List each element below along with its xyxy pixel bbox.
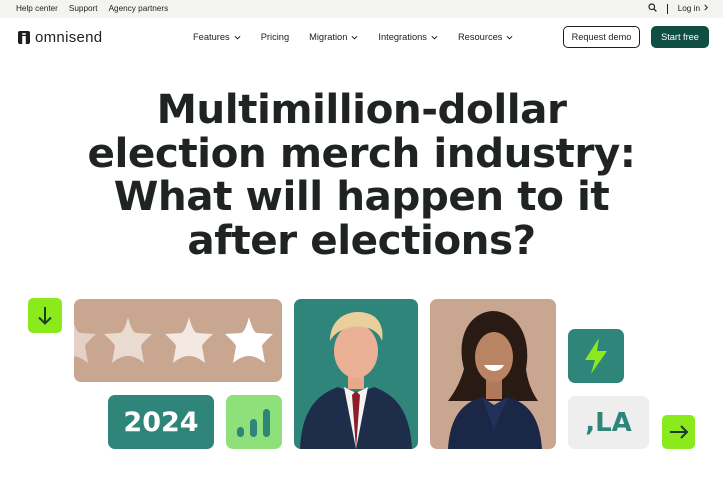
request-demo-button[interactable]: Request demo bbox=[563, 26, 640, 48]
brand-name: omnisend bbox=[35, 29, 103, 46]
chevron-down-icon bbox=[431, 35, 438, 40]
star-icon bbox=[74, 317, 96, 363]
search-icon[interactable] bbox=[648, 3, 657, 14]
login-label: Log in bbox=[677, 4, 700, 13]
nav-item-pricing[interactable]: Pricing bbox=[261, 32, 289, 42]
candidate-photo-right bbox=[430, 299, 556, 449]
lightning-tile bbox=[568, 329, 624, 383]
chevron-right-icon bbox=[703, 4, 709, 13]
candidate-photo-left bbox=[294, 299, 418, 449]
title-line: after elections? bbox=[187, 215, 536, 264]
arrow-right-icon bbox=[670, 425, 689, 439]
title-line: Multimillion-dollar bbox=[156, 85, 567, 133]
star-icon bbox=[165, 317, 213, 363]
star-icon bbox=[225, 317, 273, 363]
support-link[interactable]: Support bbox=[69, 4, 98, 13]
main-nav: omnisend Features Pricing Migration Inte… bbox=[0, 18, 723, 58]
nav-item-label: Migration bbox=[309, 32, 348, 42]
chevron-down-icon bbox=[351, 35, 358, 40]
page-title: Multimillion-dollar election merch indus… bbox=[60, 85, 663, 264]
la-tile: ,LA bbox=[568, 396, 649, 449]
start-free-button[interactable]: Start free bbox=[651, 26, 709, 48]
utility-links: Help center Support Agency partners bbox=[16, 4, 168, 13]
chevron-down-icon bbox=[506, 35, 513, 40]
help-center-link[interactable]: Help center bbox=[16, 4, 58, 13]
title-line: election merch industry: bbox=[87, 128, 636, 177]
nav-item-label: Features bbox=[193, 32, 230, 42]
stars-rating-tile bbox=[74, 299, 282, 382]
login-link[interactable]: Log in bbox=[678, 4, 709, 13]
next-arrow-button[interactable] bbox=[662, 415, 695, 449]
agency-partners-link[interactable]: Agency partners bbox=[109, 4, 169, 13]
bar-chart-icon bbox=[237, 409, 270, 437]
nav-item-integrations[interactable]: Integrations bbox=[378, 32, 438, 42]
nav-item-label: Pricing bbox=[260, 32, 290, 42]
chevron-down-icon bbox=[234, 35, 241, 40]
star-icon bbox=[104, 317, 152, 363]
bar-chart-tile bbox=[226, 395, 282, 449]
lightning-icon bbox=[585, 338, 607, 374]
omnisend-logo-icon bbox=[18, 31, 30, 44]
nav-item-features[interactable]: Features bbox=[193, 32, 241, 42]
title-line: What will happen to it bbox=[113, 172, 610, 220]
nav-item-resources[interactable]: Resources bbox=[458, 32, 513, 42]
utility-right: Log in bbox=[648, 3, 709, 14]
year-tile: 2024 bbox=[108, 395, 214, 449]
utility-bar: Help center Support Agency partners Log … bbox=[0, 0, 723, 18]
nav-item-label: Integrations bbox=[378, 32, 427, 42]
brand-logo[interactable]: omnisend bbox=[18, 29, 102, 46]
arrow-down-tile bbox=[28, 298, 62, 333]
divider bbox=[666, 3, 668, 14]
nav-item-migration[interactable]: Migration bbox=[309, 32, 358, 42]
nav-menu: Features Pricing Migration Integrations … bbox=[193, 32, 513, 42]
nav-item-label: Resources bbox=[457, 32, 503, 42]
arrow-down-icon bbox=[38, 307, 52, 325]
